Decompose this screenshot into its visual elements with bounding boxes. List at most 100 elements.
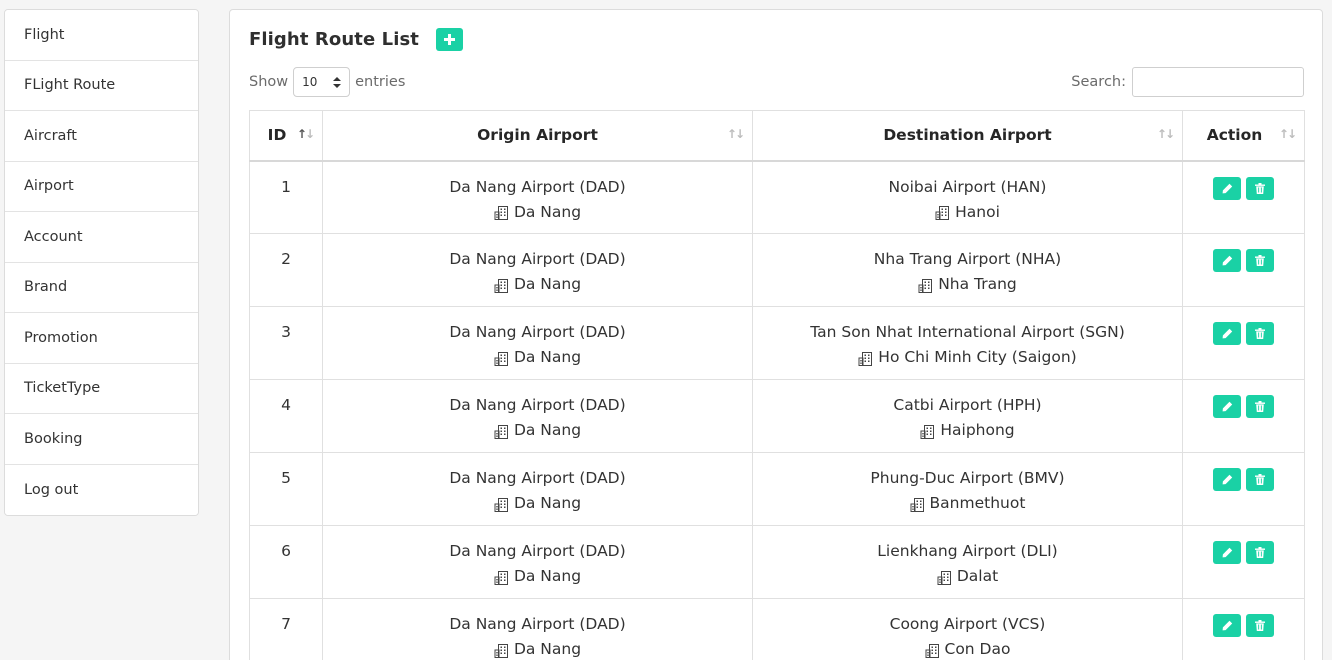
destination-airport-name: Noibai Airport (HAN) xyxy=(888,177,1047,196)
cell-action xyxy=(1182,306,1305,380)
sidebar-item-label: Brand xyxy=(24,279,68,296)
table-row: 3 Da Nang Airport (DAD) Da Nang Tan Son … xyxy=(249,306,1305,380)
trash-icon xyxy=(1255,401,1265,412)
column-header-destination[interactable]: Destination Airport ↑↓ xyxy=(752,110,1183,162)
cell-destination: Lienkhang Airport (DLI) Dalat xyxy=(752,525,1183,599)
destination-city: Banmethuot xyxy=(753,492,1182,514)
sort-arrows-icon: ↑↓ xyxy=(1278,127,1297,141)
column-header-origin[interactable]: Origin Airport ↑↓ xyxy=(322,110,753,162)
delete-button[interactable] xyxy=(1246,614,1274,637)
page-title: Flight Route List xyxy=(249,29,419,50)
sidebar-item-brand[interactable]: Brand xyxy=(5,262,198,313)
cell-id: 7 xyxy=(249,598,323,660)
cell-origin: Da Nang Airport (DAD) Da Nang xyxy=(322,160,753,234)
row-actions xyxy=(1183,321,1304,345)
row-actions xyxy=(1183,540,1304,564)
edit-button[interactable] xyxy=(1213,541,1241,564)
building-icon xyxy=(920,424,935,439)
main-panel: Flight Route List Show 10 entries Search… xyxy=(229,9,1323,660)
route-table: ID ↑↓ Origin Airport ↑↓ Destination Airpor… xyxy=(249,110,1305,660)
destination-airport-name: Lienkhang Airport (DLI) xyxy=(877,542,1058,560)
destination-city-name: Banmethuot xyxy=(929,494,1026,512)
pencil-icon xyxy=(1222,183,1232,193)
cell-origin: Da Nang Airport (DAD) Da Nang xyxy=(322,525,753,599)
destination-airport-name: Nha Trang Airport (NHA) xyxy=(873,250,1062,268)
delete-button[interactable] xyxy=(1246,468,1274,491)
sidebar-item-aircraft[interactable]: Aircraft xyxy=(5,111,198,162)
pencil-icon xyxy=(1222,401,1232,412)
destination-city: Dalat xyxy=(753,565,1182,587)
cell-origin: Da Nang Airport (DAD) Da Nang xyxy=(322,598,753,660)
edit-button[interactable] xyxy=(1213,176,1241,200)
cell-id: 4 xyxy=(249,379,323,453)
cell-destination: Catbi Airport (HPH) Haiphong xyxy=(752,379,1183,453)
sidebar-item-account[interactable]: Account xyxy=(5,212,198,263)
sidebar-item-label: FLight Route xyxy=(24,77,116,94)
cell-origin: Da Nang Airport (DAD) Da Nang xyxy=(322,452,753,526)
destination-airport-name: Tan Son Nhat International Airport (SGN) xyxy=(810,323,1125,341)
sidebar-item-tickettype[interactable]: TicketType xyxy=(5,363,198,414)
sidebar-item-promotion[interactable]: Promotion xyxy=(5,313,198,364)
edit-button[interactable] xyxy=(1213,322,1241,345)
sidebar-item-label: Log out xyxy=(24,481,79,498)
sidebar-item-label: Booking xyxy=(24,430,83,447)
sidebar-item-flight[interactable]: Flight xyxy=(5,10,198,61)
search-label: Search: xyxy=(1071,74,1126,90)
page-size-control: Show 10 entries xyxy=(249,67,405,97)
building-icon xyxy=(858,351,873,366)
trash-icon xyxy=(1255,547,1265,558)
origin-city-name: Da Nang xyxy=(513,421,582,439)
route-id: 5 xyxy=(281,469,291,487)
edit-button[interactable] xyxy=(1213,468,1241,491)
edit-button[interactable] xyxy=(1213,614,1241,637)
page-size-select[interactable]: 10 xyxy=(293,67,351,97)
origin-airport-name: Da Nang Airport (DAD) xyxy=(449,177,626,196)
delete-button[interactable] xyxy=(1246,176,1274,200)
edit-button[interactable] xyxy=(1213,249,1241,272)
destination-city-name: Ho Chi Minh City (Saigon) xyxy=(878,348,1077,366)
row-actions xyxy=(1183,176,1304,200)
sidebar-item-booking[interactable]: Booking xyxy=(5,414,198,465)
edit-button[interactable] xyxy=(1213,395,1241,418)
origin-city-name: Da Nang xyxy=(513,348,582,366)
origin-airport-name: Da Nang Airport (DAD) xyxy=(449,250,626,268)
origin-city: Da Nang xyxy=(323,419,752,441)
building-icon xyxy=(910,497,924,512)
cell-id: 6 xyxy=(249,525,323,599)
origin-city: Da Nang xyxy=(323,492,752,514)
sidebar-item-logout[interactable]: Log out xyxy=(5,464,198,515)
column-header-action[interactable]: Action ↑↓ xyxy=(1182,110,1305,162)
sidebar-nav: Flight FLight Route Aircraft Airport Acc… xyxy=(4,9,199,516)
table-row: 4 Da Nang Airport (DAD) Da Nang Catbi Ai… xyxy=(249,379,1305,453)
column-header-label: Origin Airport xyxy=(477,126,598,145)
route-id: 2 xyxy=(281,250,291,268)
route-table-wrapper: ID ↑↓ Origin Airport ↑↓ Destination Airpor… xyxy=(249,110,1305,660)
delete-button[interactable] xyxy=(1246,541,1274,564)
column-header-label: ID xyxy=(267,126,287,145)
building-icon xyxy=(918,278,933,293)
column-header-id[interactable]: ID ↑↓ xyxy=(249,110,323,162)
destination-city-name: Hanoi xyxy=(955,202,1000,221)
sidebar-item-flight-route[interactable]: FLight Route xyxy=(5,60,198,111)
trash-icon xyxy=(1255,255,1265,266)
search-input[interactable] xyxy=(1132,67,1304,97)
table-row: 6 Da Nang Airport (DAD) Da Nang Lienkhan… xyxy=(249,525,1305,599)
pencil-icon xyxy=(1222,547,1232,558)
cell-action xyxy=(1182,233,1305,307)
delete-button[interactable] xyxy=(1246,322,1274,345)
destination-airport-name: Coong Airport (VCS) xyxy=(889,615,1046,633)
route-id: 3 xyxy=(281,323,291,341)
route-id: 1 xyxy=(281,177,291,196)
sidebar-item-airport[interactable]: Airport xyxy=(5,161,198,212)
building-icon xyxy=(925,643,939,658)
origin-airport-name: Da Nang Airport (DAD) xyxy=(449,542,626,560)
destination-airport-name: Catbi Airport (HPH) xyxy=(893,396,1042,414)
add-route-button[interactable] xyxy=(435,28,463,51)
pencil-icon xyxy=(1222,255,1232,266)
cell-action xyxy=(1182,160,1305,234)
origin-city-name: Da Nang xyxy=(513,494,582,512)
destination-city-name: Dalat xyxy=(956,567,999,585)
delete-button[interactable] xyxy=(1246,249,1274,272)
delete-button[interactable] xyxy=(1246,395,1274,418)
table-header-row: ID ↑↓ Origin Airport ↑↓ Destination Airpor… xyxy=(249,110,1305,162)
